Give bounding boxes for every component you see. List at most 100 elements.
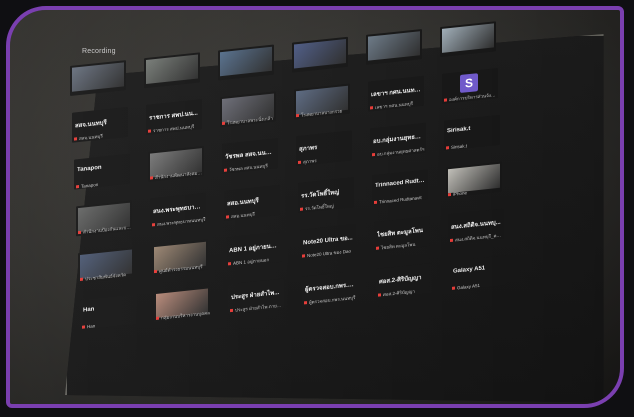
participant-video-thumb [220,46,272,77]
participant-tile[interactable]: ประชาสัมพันธ์จังหวัด [78,247,134,284]
participant-tile[interactable]: สนง.พระพุทธบาท... สนง.พระพุทธบาทนนทบุรี [150,192,206,229]
participant-caption: ประสูร ฝ่ายสำไพ ภายนอก [230,302,284,315]
participant-name: รร.วัดโพธิ์ใหญ่ [301,189,340,200]
participant-caption: สุภาพร [298,153,352,166]
participant-name: ABN 1 อยู่ภายนอ... [229,242,279,255]
mic-muted-icon [154,270,157,274]
participant-caption: อบ.กลุ่มงานยุทธศาสตร์ฯ [372,146,426,159]
participant-caption: Galaxy A51 [452,280,506,291]
participant-caption-text: ประสูร ฝ่ายสำไพ ภายนอก [235,302,284,313]
participant-name: วัชรพล สสจ.นนทบุรี [225,149,275,161]
participant-video-thumb [294,38,346,69]
participant-tile[interactable]: โรงพยาบาลบางกรวย [294,83,350,120]
participant-name: Note20 Ultra ขอ... [303,235,353,247]
mic-muted-icon [370,106,373,110]
participant-caption: Note20 Ultra ของ Dao [302,247,356,260]
participant-tile[interactable]: ศอส.2-ศิริบัญญา ศอส.2-ศิริบัญญา [376,262,432,299]
participant-tile[interactable]: ไชยสิท ตะมูลโพน ไชยสิท ตะมูลโพน [374,216,430,253]
participant-name: ไชยสิท ตะมูลโพน [377,227,423,239]
participant-caption-text: สสจ.นนทบุรี [79,133,103,142]
participant-caption-text: สนง.พระพุทธบาทนนทบุรี [157,216,206,227]
participant-tile[interactable]: ประสูร ฝ่ายสำไพ... ประสูร ฝ่ายสำไพ ภายนอก [228,278,284,315]
mic-muted-icon [224,168,227,173]
mic-muted-icon [444,98,447,103]
participant-caption: สนง.พระพุทธบาทนนทบุรี [152,216,206,229]
participant-name: Tanapon [77,164,102,174]
participant-tile[interactable] [440,21,496,58]
participant-caption-text: Note20 Ultra ของ Dao [307,248,351,259]
participant-caption-text: สนง.สถิติจ.นนทบุรี_คณะ... [455,232,504,243]
participant-caption-text: อบ.กลุ่มงานยุทธศาสตร์ฯ [377,146,425,157]
participant-tile[interactable]: กลุ่มงานบริหารงานบุคคล [154,286,210,323]
participant-tile[interactable]: Trinnaced Rudta... Trinnaced Rudtanavit [372,169,428,206]
participant-tile[interactable]: iPhone [446,161,502,198]
participant-tile[interactable]: สสจ.นนทบุรี สสจ.นนทบุรี [72,106,128,143]
mic-muted-icon [76,185,79,189]
participant-caption-text: Galaxy A51 [457,282,481,291]
mic-muted-icon [446,146,449,150]
participant-tile[interactable] [292,36,348,73]
mic-muted-icon [78,231,81,235]
participant-tile[interactable]: Tanapon Tanapon [74,153,130,190]
mic-muted-icon [300,207,303,212]
participant-video-thumb [368,31,420,61]
participant-tile[interactable]: สสอ.นนทบุรี สสอ.นนทบุรี [224,184,280,221]
participant-caption-text: iPhone [453,190,468,197]
participant-name: สสอ.นนทบุรี [227,198,259,208]
participant-caption: ผู้ตรวจสอบ.กพร.นนทบุรี [304,294,358,307]
mic-muted-icon [156,316,159,321]
mic-muted-icon [302,254,305,258]
mic-muted-icon [74,137,77,141]
participant-tile[interactable]: Han Han [80,294,136,330]
participant-tile[interactable]: Note20 Ultra ขอ... Note20 Ultra ของ Dao [300,223,356,260]
participant-name: Galaxy A51 [453,265,486,275]
participant-tile[interactable]: สุภาพร สุภาพร [296,130,352,167]
participant-name: ประสูร ฝ่ายสำไพ... [231,290,280,302]
participant-video-thumb [146,54,198,85]
mic-muted-icon [222,122,225,126]
participant-tile[interactable]: Sองค์การบริหารส่วนจังหวัด นนทบ... [442,68,498,104]
mic-muted-icon [80,277,83,282]
mic-muted-icon [376,246,379,251]
participant-tile[interactable] [70,60,126,96]
participant-caption: สสจ.นนทบุรี [74,130,128,143]
participant-video-thumb [442,23,494,53]
participant-caption-text: วัชรพล สสจ.นนทบุรี [229,163,268,173]
participant-name: Trinnaced Rudta... [375,177,425,189]
participant-caption: สสอ.นนทบุรี [226,208,280,221]
participant-tile[interactable]: เลขาฯ กศน.นนทบุรี เลขาฯ กศน.นนทบุรี [368,75,424,112]
participant-tile[interactable]: ศูนย์ดำรงธรรมนนทบุรี [152,239,208,276]
video-grid: สสจ.นนทบุรี สสจ.นนทบุรี ราชการ สพป.นน... รา… [70,17,540,356]
participant-tile[interactable]: ผู้ตรวจสอบ.กพร.น... ผู้ตรวจสอบ.กพร.นนทบุร… [302,270,358,307]
participant-tile[interactable]: สนง.สถิติจ.นนทบุ... สนง.สถิติจ.นนทบุรี_คณ… [448,208,504,245]
participant-caption: ราชการ สพป.นนทบุรี [148,122,202,135]
participant-tile[interactable]: Galaxy A51 Galaxy A51 [450,255,506,292]
participant-tile[interactable]: ราชการ สพป.นน... ราชการ สพป.นนทบุรี [146,99,202,136]
participant-tile[interactable]: วัชรพล สสจ.นนทบุรี วัชรพล สสจ.นนทบุรี [222,138,278,175]
participant-tile[interactable]: รร.วัดโพธิ์ใหญ่ รร.วัดโพธิ์ใหญ่ [298,177,354,214]
participant-tile[interactable]: สำนักงานพัฒนาสังคมและความมั่นคง [148,145,204,182]
participant-caption: Sirisak.t [446,140,500,151]
participant-name: ศอส.2-ศิริบัญญา [379,275,422,286]
participant-tile[interactable] [366,29,422,65]
participant-video-thumb [72,62,124,92]
participant-tile[interactable]: ABN 1 อยู่ภายนอ... ABN 1 อยู่ภายนอก [226,231,282,268]
participant-caption-text: Tanapon [81,182,99,189]
mic-muted-icon [448,193,451,197]
participant-tile[interactable]: โรงพยาบาลพระนั่งเกล้า [220,91,276,128]
participant-tile[interactable] [144,52,200,89]
participant-tile[interactable]: อบ.กลุ่มงานยุทธศ... อบ.กลุ่มงานยุทธศาสตร์… [370,122,426,159]
mic-muted-icon [228,262,231,266]
participant-tile[interactable] [218,44,274,81]
participant-tile[interactable]: Sirisak.t Sirisak.t [444,114,500,151]
participant-caption-text: Trinnaced Rudtanavit [379,195,422,205]
mic-muted-icon [148,129,151,134]
mic-muted-icon [82,325,85,330]
participant-avatar: S [460,73,478,94]
participant-name: สนง.สถิติจ.นนทบุ... [451,219,501,231]
participant-tile[interactable]: สำนักงานป้องกันและบรรเทา [76,200,132,237]
photo-frame: Recording สสจ.นนทบุรี สสจ.นนทบุรี ราชการ ส… [6,6,624,408]
mic-muted-icon [296,114,299,118]
participant-name: สนง.พระพุทธบาท... [153,203,203,216]
participant-caption: ศอส.2-ศิริบัญญา [378,286,432,299]
